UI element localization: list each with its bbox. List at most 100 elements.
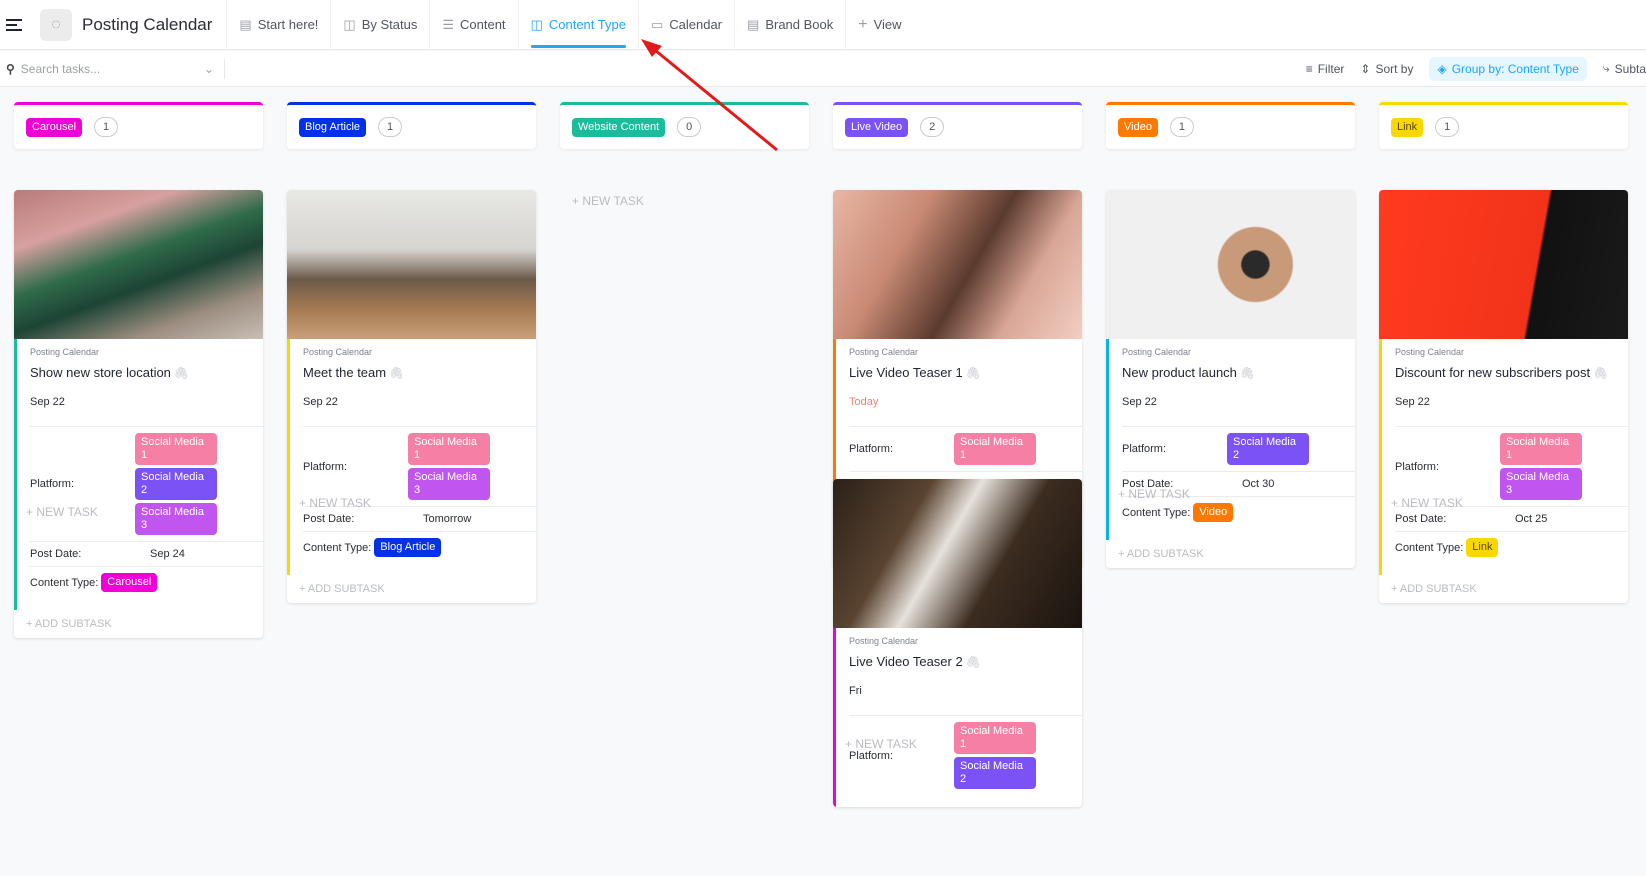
search-input[interactable]: ⚲ Search tasks... ⌄ (0, 58, 225, 79)
new-task-button[interactable]: + NEW TASK (572, 194, 644, 208)
task-card[interactable]: Posting Calendar Meet the team 🖇 Sep 22 Plat… (287, 190, 536, 603)
new-task-button[interactable]: + NEW TASK (845, 737, 917, 751)
task-name[interactable]: Discount for new subscribers post 🖇 (1395, 365, 1628, 380)
task-card[interactable]: Posting Calendar New product launch 🖇 Sep 2… (1106, 190, 1355, 568)
task-name[interactable]: Meet the team 🖇 (303, 365, 536, 380)
platform-tag[interactable]: Social Media 3 (408, 468, 490, 500)
task-title[interactable]: Show new store location (30, 365, 171, 380)
due-date[interactable]: Sep 22 (1122, 396, 1355, 408)
top-bar: ◌ Posting Calendar ▤ Start here! ◫ By Stat… (0, 0, 1646, 50)
sort-button[interactable]: ⇕ Sort by (1360, 62, 1413, 76)
column-tag[interactable]: Live Video (845, 117, 909, 137)
post-date-value[interactable]: Sep 24 (150, 548, 185, 560)
content-type-tag[interactable]: Blog Article (374, 538, 442, 557)
content-type-tag[interactable]: Video (1193, 503, 1234, 522)
task-title[interactable]: Meet the team (303, 365, 386, 380)
tab-by-status[interactable]: ◫ By Status (330, 0, 429, 50)
list-avatar-icon[interactable]: ◌ (40, 8, 72, 41)
column-tag[interactable]: Carousel (26, 117, 83, 137)
platform-tag[interactable]: Social Media 3 (135, 503, 217, 535)
column-header-link: Link 1 (1379, 102, 1628, 149)
task-title[interactable]: Discount for new subscribers post (1395, 365, 1590, 380)
due-date[interactable]: Sep 22 (303, 396, 536, 408)
due-date[interactable]: Today (849, 396, 1082, 408)
field-label: Post Date: (1395, 513, 1447, 525)
new-task-button[interactable]: + NEW TASK (1118, 487, 1190, 501)
new-task-button[interactable]: + NEW TASK (299, 496, 371, 510)
platform-tag[interactable]: Social Media 1 (135, 433, 217, 465)
subtasks-button[interactable]: ⤷ Subtas (1603, 61, 1646, 76)
subtask-icon: ⤷ (1602, 61, 1610, 75)
add-subtask-button[interactable]: + ADD SUBTASK (287, 575, 536, 603)
platform-tag[interactable]: Social Media 2 (135, 468, 217, 500)
platform-tags: Social Media 1 Social Media 2 (954, 722, 1036, 789)
platform-tag[interactable]: Social Media 1 (954, 722, 1036, 754)
search-icon: ⚲ (6, 61, 15, 76)
tab-brand-book[interactable]: ▤ Brand Book (734, 0, 845, 50)
task-name[interactable]: Live Video Teaser 2 🖇 (849, 654, 1082, 669)
plus-icon: + (858, 15, 868, 33)
post-date-field: Post Date: Sep 24 (30, 541, 263, 566)
task-title[interactable]: Live Video Teaser 1 (849, 365, 963, 380)
post-date-value[interactable]: Oct 30 (1242, 478, 1274, 490)
column-tag[interactable]: Link (1391, 117, 1424, 137)
tab-calendar[interactable]: ▭ Calendar (637, 0, 734, 50)
task-title[interactable]: New product launch (1122, 365, 1237, 380)
tab-start-here[interactable]: ▤ Start here! (226, 0, 330, 50)
content-type-tag[interactable]: Carousel (101, 573, 158, 592)
new-task-button[interactable]: + NEW TASK (26, 505, 98, 519)
add-view-button[interactable]: + View (845, 0, 913, 50)
page-title: Posting Calendar (82, 14, 213, 34)
field-label: Content Type: (30, 576, 99, 589)
platform-tag[interactable]: Social Media 2 (954, 757, 1036, 789)
add-subtask-button[interactable]: + ADD SUBTASK (1379, 575, 1628, 603)
task-title[interactable]: Live Video Teaser 2 (849, 654, 963, 669)
due-date[interactable]: Sep 22 (30, 396, 263, 408)
column-tag[interactable]: Video (1118, 117, 1158, 137)
list-name: Posting Calendar (1395, 347, 1465, 357)
column-tag[interactable]: Blog Article (299, 117, 367, 137)
group-by-button[interactable]: ◈ Group by: Content Type (1429, 56, 1587, 81)
board-pin-icon: ◫ (343, 16, 356, 32)
tab-content[interactable]: ☰ Content (429, 0, 517, 50)
task-cover-image (1106, 190, 1355, 339)
field-label: Platform: (849, 443, 894, 455)
platform-tag[interactable]: Social Media 3 (1500, 468, 1582, 500)
post-date-value[interactable]: Oct 25 (1515, 513, 1547, 525)
post-date-value[interactable]: Tomorrow (423, 513, 471, 525)
attachment-icon: 🖇 (389, 366, 405, 380)
task-name[interactable]: New product launch 🖇 (1122, 365, 1355, 380)
field-label: Platform: (303, 460, 348, 473)
chevron-down-icon[interactable]: ⌄ (204, 62, 214, 76)
task-card[interactable]: Posting Calendar Live Video Teaser 2 🖇 Fri P… (833, 479, 1082, 807)
column-header-live-video: Live Video 2 (833, 102, 1082, 149)
add-subtask-button[interactable]: + ADD SUBTASK (14, 610, 263, 638)
board-icon: ◫ (530, 16, 543, 32)
platform-field: Platform: Social Media 1 Social Media 3 (303, 426, 536, 506)
calendar-icon: ▭ (650, 16, 664, 32)
column-tag[interactable]: Website Content (572, 117, 666, 137)
add-subtask-button[interactable]: + ADD SUBTASK (1106, 540, 1355, 568)
platform-tag[interactable]: Social Media 1 (1500, 433, 1582, 465)
field-label: Platform: (849, 749, 894, 762)
task-card[interactable]: Posting Calendar Show new store location 🖇… (14, 190, 263, 638)
due-date[interactable]: Sep 22 (1395, 396, 1628, 408)
tab-label: Content Type (548, 17, 626, 32)
platform-tags: Social Media 1 Social Media 3 (408, 433, 490, 500)
task-card[interactable]: Posting Calendar Discount for new subscri… (1379, 190, 1628, 603)
content-type-field: Content Type: Link (1395, 531, 1628, 563)
task-name[interactable]: Show new store location 🖇 (30, 365, 263, 380)
tab-label: Start here! (257, 17, 319, 32)
platform-tag[interactable]: Social Media 1 (408, 433, 490, 465)
new-task-button[interactable]: + NEW TASK (1391, 496, 1463, 510)
tab-content-type[interactable]: ◫ Content Type (517, 0, 638, 50)
filter-icon: ≡ (1305, 61, 1313, 76)
platform-tag[interactable]: Social Media 2 (1227, 433, 1309, 465)
task-name[interactable]: Live Video Teaser 1 🖇 (849, 365, 1082, 380)
content-type-tag[interactable]: Link (1466, 538, 1499, 557)
hamburger-menu-icon[interactable] (6, 18, 22, 31)
filter-button[interactable]: ≡ Filter (1306, 62, 1345, 76)
due-date[interactable]: Fri (849, 685, 1082, 697)
platform-tag[interactable]: Social Media 1 (954, 433, 1036, 465)
platform-tags: Social Media 1 Social Media 3 (1500, 433, 1582, 500)
